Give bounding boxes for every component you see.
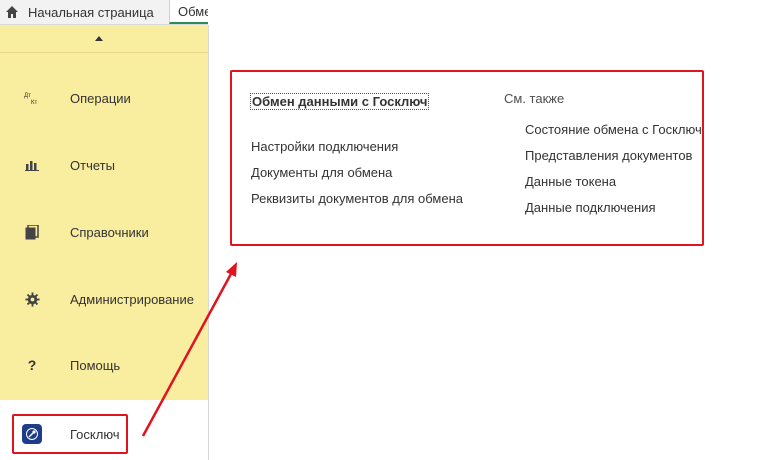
red-arrow-annotation <box>141 262 237 437</box>
